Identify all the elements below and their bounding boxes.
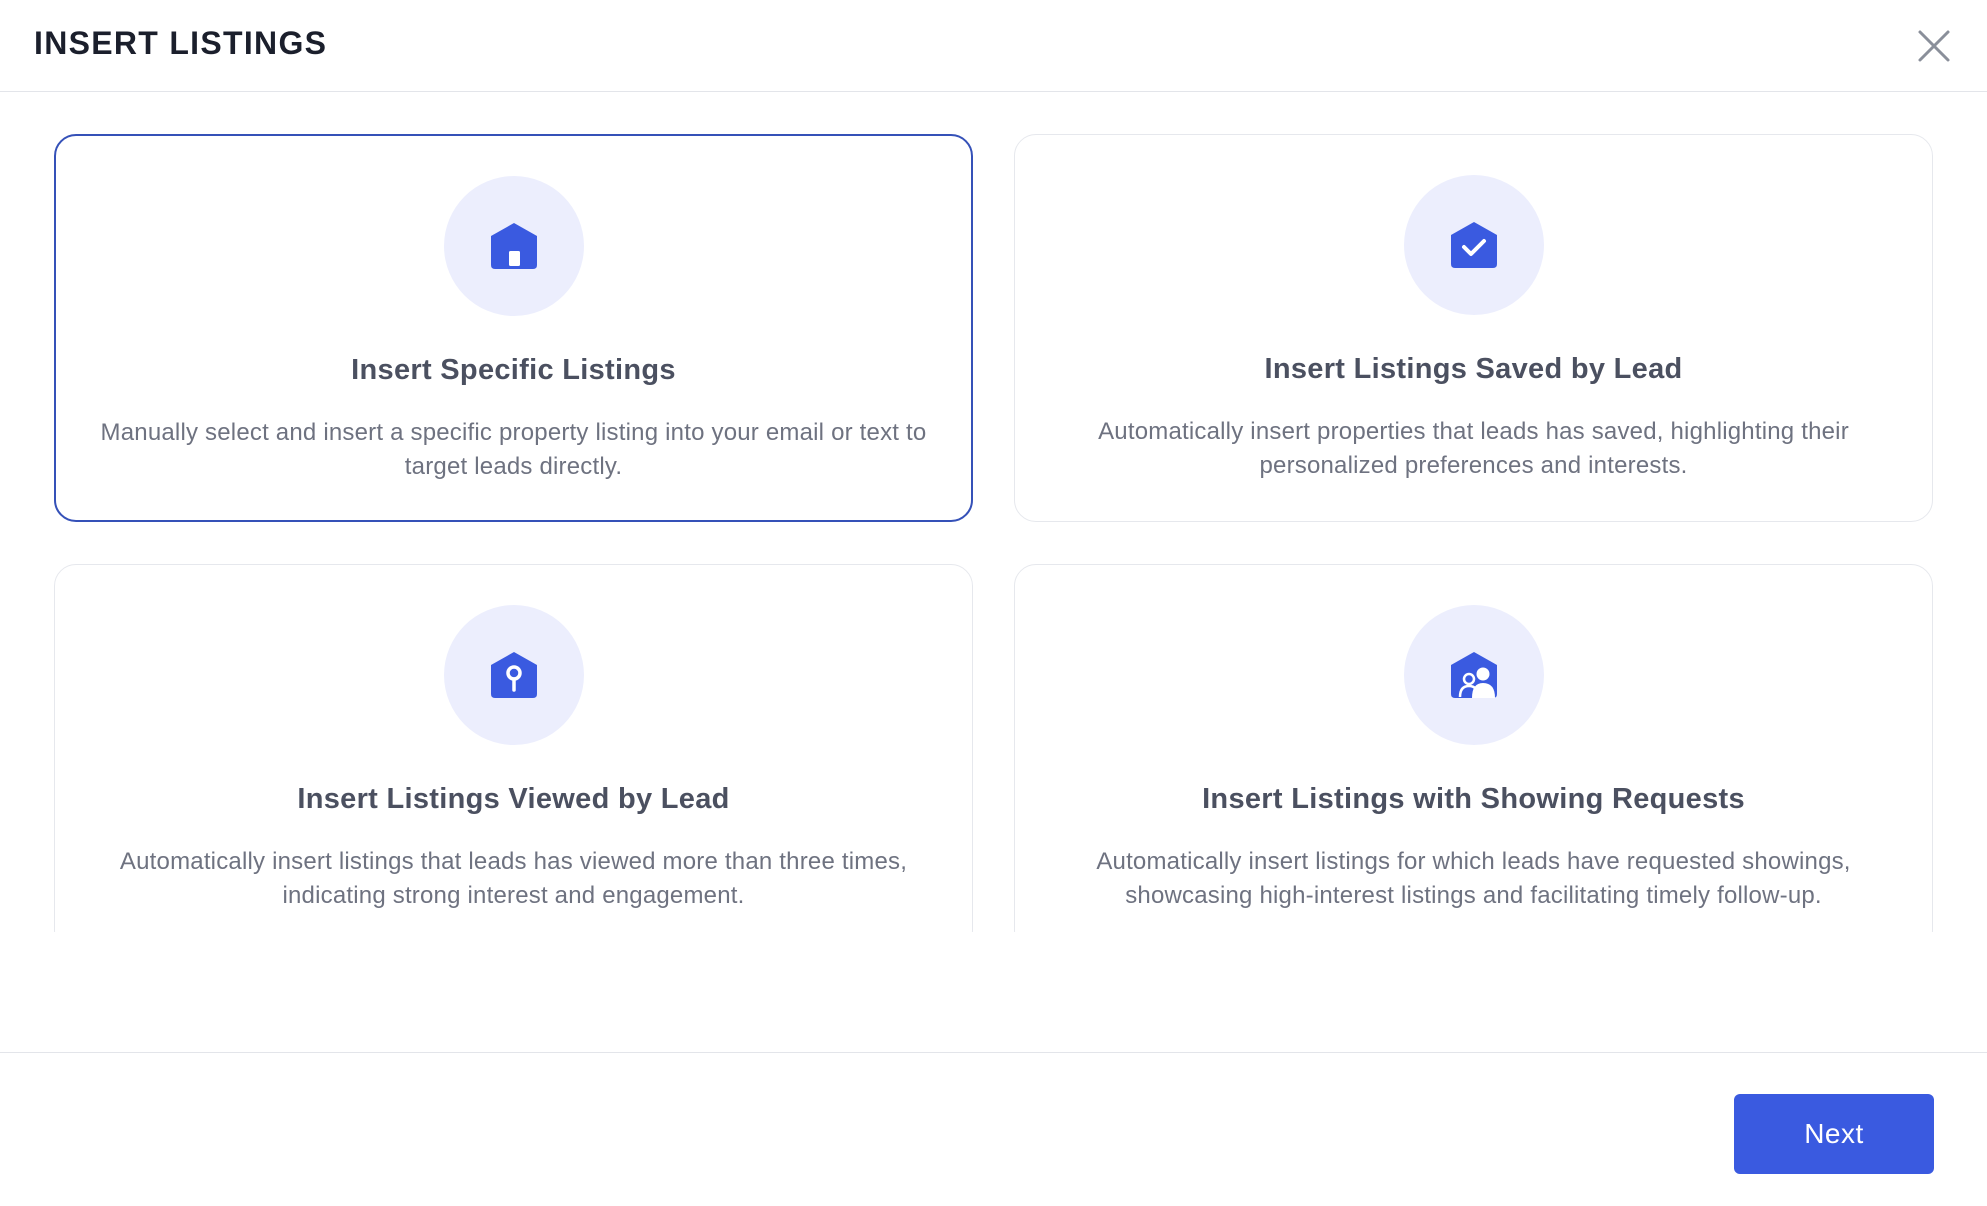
option-title: Insert Listings Saved by Lead (1264, 353, 1683, 385)
option-title: Insert Listings Viewed by Lead (297, 783, 730, 815)
next-button[interactable]: Next (1734, 1094, 1934, 1174)
modal-title: INSERT LISTINGS (34, 25, 328, 61)
option-card-viewed-by-lead[interactable]: Insert Listings Viewed by Lead Automatic… (54, 564, 973, 932)
option-description: Manually select and insert a specific pr… (100, 419, 927, 480)
option-icon-circle (443, 176, 584, 316)
house-people-icon (1450, 652, 1497, 698)
house-icon (490, 223, 537, 269)
house-key-icon (490, 652, 537, 698)
close-button[interactable] (1914, 26, 1954, 66)
house-check-icon (1450, 222, 1497, 268)
option-description: Automatically insert listings for which … (1096, 848, 1851, 909)
modal-header: INSERT LISTINGS (0, 0, 1987, 92)
close-icon (1918, 30, 1950, 62)
option-icon-circle (1403, 605, 1544, 745)
option-title: Insert Specific Listings (351, 354, 676, 386)
modal-body: Insert Specific Listings Manually select… (0, 93, 1987, 932)
option-card-specific-listings[interactable]: Insert Specific Listings Manually select… (54, 134, 973, 522)
option-card-showing-requests[interactable]: Insert Listings with Showing Requests Au… (1014, 564, 1933, 932)
insert-listings-modal: INSERT LISTINGS Insert Specific Listings… (0, 0, 1987, 1206)
option-description: Automatically insert listings that leads… (119, 848, 908, 909)
option-card-saved-by-lead[interactable]: Insert Listings Saved by Lead Automatica… (1014, 134, 1933, 522)
modal-footer: Next (0, 1052, 1987, 1206)
option-description: Automatically insert properties that lea… (1098, 418, 1849, 479)
option-icon-circle (443, 605, 584, 745)
option-title: Insert Listings with Showing Requests (1202, 783, 1745, 815)
option-icon-circle (1403, 175, 1544, 315)
